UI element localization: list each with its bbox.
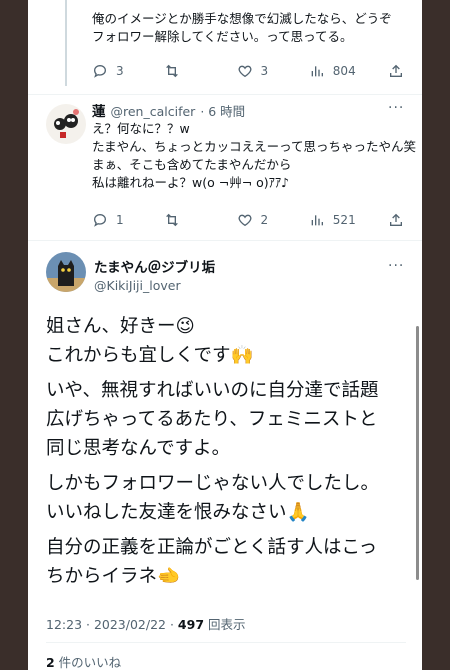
tweet-thread-screen: 俺のイメージとか勝手な想像で幻滅したなら、どうぞ フォロワー解除してください。っ…: [28, 0, 422, 670]
share-button[interactable]: [388, 63, 404, 79]
tweet-paragraph: 自分の正義を正論がごとく話す人はこっ ちからイラネ🫲: [46, 533, 398, 591]
likes-summary[interactable]: 2 件のいいね: [46, 652, 121, 670]
views-button[interactable]: 521: [309, 212, 356, 228]
tweet-paragraph: いや、無視すればいいのに自分達で話題 広げちゃってるあたり、フェミニストと 同じ…: [46, 376, 398, 463]
timestamp[interactable]: · 6 時間: [200, 101, 245, 120]
views-button[interactable]: 804: [309, 63, 356, 79]
like-count: 2: [260, 213, 269, 227]
avatar-cat-icon: [46, 260, 86, 292]
retweet-button[interactable]: [164, 63, 204, 79]
divider: [28, 240, 422, 241]
reply-icon: [93, 213, 107, 227]
handle[interactable]: @KikiJiji_lover: [94, 278, 215, 293]
retweet-icon: [166, 64, 179, 78]
like-icon: [238, 65, 252, 78]
thread-line: [65, 0, 67, 86]
reply-count: 1: [116, 213, 124, 227]
avatar[interactable]: [46, 252, 86, 292]
likes-count: 2: [46, 655, 55, 670]
tweet-line: いいねした友達を恨みなさい🙏: [46, 502, 310, 523]
retweet-button[interactable]: [164, 212, 204, 228]
views-count: 804: [332, 64, 356, 78]
views-icon: [311, 66, 323, 77]
reply-line: たまやん、ちょっとカッコええーって思っちゃったやん笑: [92, 139, 417, 154]
tweet-line: ちからイラネ🫲: [46, 566, 181, 587]
retweet-icon: [166, 213, 179, 227]
more-icon: ···: [388, 100, 405, 116]
tweet-meta: 12:23 · 2023/02/22 · 497 回表示: [46, 614, 246, 633]
reply-actions: 1 2 521: [92, 210, 404, 230]
avatar-ren-icon: [54, 109, 79, 138]
tweet-paragraph: しかもフォロワーじゃない人でしたし。 いいねした友達を恨みなさい🙏: [46, 469, 398, 527]
prev-tweet-line: フォロワー解除してください。って思ってる。: [92, 29, 353, 44]
reply-icon: [93, 64, 107, 78]
scrollbar[interactable]: [416, 326, 419, 580]
tweet-line: 広げちゃってるあたり、フェミニストと: [46, 409, 378, 430]
reply-count: 3: [116, 64, 124, 78]
share-button[interactable]: [388, 212, 404, 228]
share-icon: [389, 64, 402, 77]
like-count: 3: [260, 64, 269, 78]
avatar[interactable]: [46, 104, 86, 144]
main-tweet-text: 姐さん、好きー😉 これからも宜しくです🙌 いや、無視すればいいのに自分達で話題 …: [46, 312, 398, 597]
reply-header: 蓮 @ren_calcifer · 6 時間: [92, 100, 412, 120]
tweet-timestamp[interactable]: 12:23 · 2023/02/22 ·: [46, 617, 178, 632]
tweet-line: 自分の正義を正論がごとく話す人はこっ: [46, 537, 378, 558]
views-count: 521: [332, 213, 356, 227]
tweet-line: いや、無視すればいいのに自分達で話題: [46, 380, 379, 401]
likes-label: 件のいいね: [54, 655, 122, 670]
reply-button[interactable]: 3: [92, 63, 132, 79]
display-name[interactable]: たまやん＠ジブリ垢: [94, 256, 215, 276]
main-tweet-header: たまやん＠ジブリ垢 @KikiJiji_lover: [94, 256, 215, 293]
view-count: 497: [177, 617, 205, 632]
prev-tweet-actions: 3 3 804: [92, 61, 404, 81]
like-icon: [238, 214, 252, 227]
display-name[interactable]: 蓮: [92, 100, 106, 120]
more-button[interactable]: ···: [388, 258, 404, 274]
handle[interactable]: @ren_calcifer: [111, 104, 196, 119]
reply-text: え？何なに？？w たまやん、ちょっとカッコええーって思っちゃったやん笑 まぁ、そ…: [92, 120, 416, 192]
reply-line: まぁ、そこも含めてたまやんだから: [92, 157, 292, 172]
tweet-line: これからも宜しくです🙌: [46, 345, 254, 366]
reply-line: 私は離れねーよ？w(o ¬艸¬ o)ｱｱ♪: [92, 175, 290, 190]
view-label: 回表示: [204, 617, 246, 632]
share-icon: [389, 213, 402, 226]
prev-tweet-text: 俺のイメージとか勝手な想像で幻滅したなら、どうぞ フォロワー解除してください。っ…: [92, 10, 392, 46]
like-button[interactable]: 3: [237, 63, 277, 79]
divider: [28, 94, 422, 95]
more-icon: ···: [388, 258, 405, 274]
like-button[interactable]: 2: [237, 212, 277, 228]
reply-line: え？何なに？？w: [92, 121, 190, 136]
tweet-paragraph: 姐さん、好きー😉 これからも宜しくです🙌: [46, 312, 398, 370]
divider: [46, 642, 406, 643]
tweet-line: しかもフォロワーじゃない人でしたし。: [46, 473, 380, 494]
more-button[interactable]: ···: [388, 100, 404, 116]
views-icon: [311, 215, 323, 226]
tweet-line: 姐さん、好きー😉: [46, 316, 195, 337]
reply-button[interactable]: 1: [92, 212, 132, 228]
tweet-line: 同じ思考なんですよ。: [46, 438, 231, 459]
prev-tweet-line: 俺のイメージとか勝手な想像で幻滅したなら、どうぞ: [92, 11, 392, 26]
